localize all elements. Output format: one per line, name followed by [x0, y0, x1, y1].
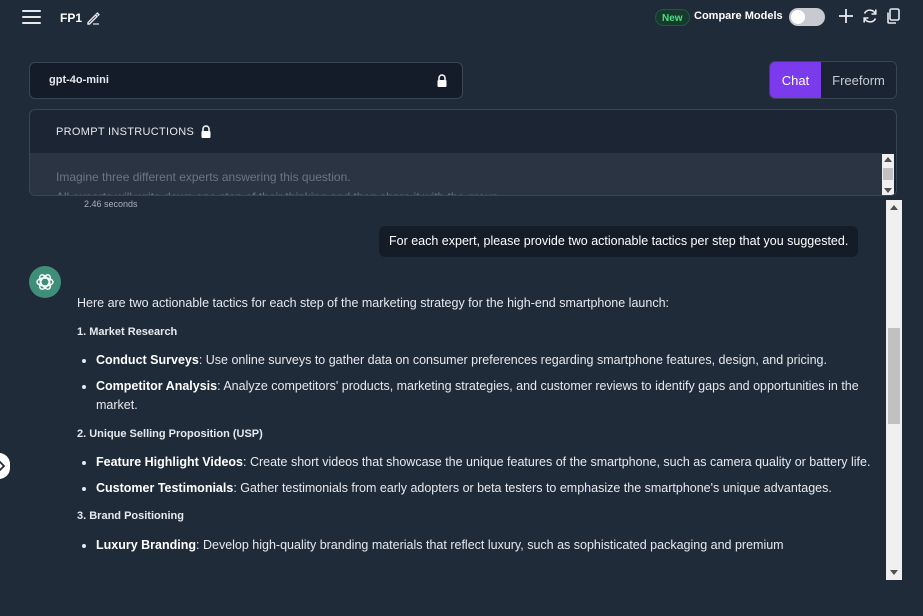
lock-icon [437, 74, 447, 87]
page-title: FP1 [60, 11, 83, 25]
list-item: Feature Highlight Videos: Create short v… [96, 453, 872, 473]
refresh-icon[interactable] [861, 7, 879, 25]
sidebar-expand-handle[interactable] [0, 453, 10, 479]
list-item-bold: Feature Highlight Videos [96, 455, 244, 469]
copy-icon[interactable] [884, 7, 902, 25]
prompt-line-1: Imagine three different experts answerin… [56, 170, 351, 184]
prompt-header: PROMPT INSTRUCTIONS [56, 125, 212, 139]
prompt-scrollbar[interactable] [882, 154, 894, 195]
list-item-bold: Competitor Analysis [96, 378, 218, 393]
assistant-intro: Here are two actionable tactics for each… [77, 296, 669, 310]
chat-scrollbar[interactable] [886, 200, 902, 580]
list-item-text: : Develop high-quality branding material… [196, 537, 784, 552]
prompt-instructions-title: PROMPT INSTRUCTIONS [56, 126, 195, 138]
mode-toggle: Chat Freeform [769, 61, 897, 99]
prompt-instructions-text[interactable]: Imagine three different experts answerin… [30, 153, 882, 195]
list-item-text: : Create short videos that showcase the … [243, 455, 871, 469]
model-name: gpt-4o-mini [49, 74, 109, 86]
list-item-bold: Luxury Branding [96, 537, 197, 552]
section-list: Luxury Branding: Develop high-quality br… [96, 536, 872, 556]
edit-pencil-icon[interactable] [85, 10, 101, 26]
new-badge: New [655, 9, 690, 26]
scroll-down-arrow-icon[interactable] [884, 188, 892, 193]
section-title: 1. Market Research [77, 325, 178, 338]
toggle-knob [791, 10, 805, 24]
chevron-right-icon [0, 460, 6, 472]
section-list: Conduct Surveys: Use online surveys to g… [96, 351, 872, 416]
section-list: Feature Highlight Videos: Create short v… [96, 453, 872, 498]
title-wrap: FP1 [60, 10, 101, 26]
chat-scroll-down-arrow-icon[interactable] [890, 570, 898, 575]
chat-scroll-thumb[interactable] [888, 328, 900, 424]
compare-models-toggle[interactable] [789, 8, 825, 26]
scroll-thumb[interactable] [883, 168, 893, 180]
scroll-up-arrow-icon[interactable] [884, 157, 892, 162]
freeform-mode-button[interactable]: Freeform [821, 62, 896, 98]
list-item-text: : Use online surveys to gather data on c… [198, 353, 827, 367]
chat-mode-button[interactable]: Chat [770, 62, 821, 98]
list-item: Luxury Branding: Develop high-quality br… [96, 536, 872, 556]
prompt-lock-icon [201, 125, 211, 138]
section-title: 2. Unique Selling Proposition (USP) [77, 427, 263, 440]
top-bar: FP1 New Compare Models [0, 0, 923, 36]
model-selector[interactable]: gpt-4o-mini [29, 62, 463, 99]
list-item: Customer Testimonials: Gather testimonia… [96, 479, 872, 499]
list-item: Competitor Analysis: Analyze competitors… [96, 377, 872, 416]
openai-logo-icon [36, 274, 54, 290]
plus-icon[interactable] [837, 7, 855, 25]
list-item-bold: Customer Testimonials [96, 480, 234, 495]
user-message: For each expert, please provide two acti… [379, 226, 859, 257]
assistant-avatar [29, 266, 61, 298]
list-item-text: : Gather testimonials from early adopter… [233, 480, 832, 495]
chat-bottom-mask [0, 581, 886, 616]
compare-models-label: Compare Models [694, 10, 783, 22]
menu-icon[interactable] [22, 10, 41, 24]
section-title: 3. Brand Positioning [77, 510, 184, 522]
response-timing: 2.46 seconds [84, 199, 138, 209]
list-item: Conduct Surveys: Use online surveys to g… [96, 351, 872, 371]
chat-scroll-up-arrow-icon[interactable] [890, 205, 898, 210]
assistant-message: Here are two actionable tactics for each… [77, 294, 872, 564]
prompt-instructions-panel: PROMPT INSTRUCTIONS Imagine three differ… [29, 109, 897, 196]
prompt-line-2: All experts will write down one step of … [56, 187, 856, 195]
list-item-bold: Conduct Surveys [96, 353, 199, 367]
